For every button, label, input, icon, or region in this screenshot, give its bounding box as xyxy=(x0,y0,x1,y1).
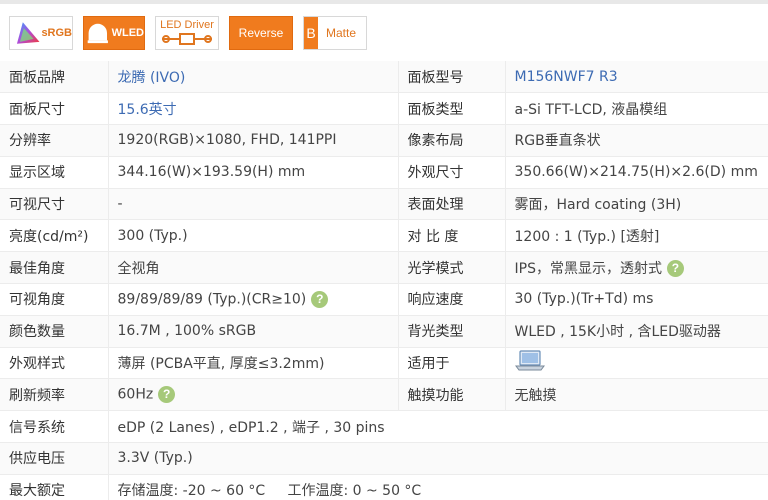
spec-label: 最大额定 xyxy=(0,474,109,500)
spec-label: 最佳角度 xyxy=(0,251,109,285)
reverse-label: Reverse xyxy=(238,26,284,40)
matte-label: Matte xyxy=(326,26,357,40)
brand-link[interactable]: 龙腾 (IVO) xyxy=(108,61,399,94)
srgb-badge: sRGB xyxy=(9,16,73,50)
wled-label: WLED xyxy=(111,27,144,39)
spec-label: 外观样式 xyxy=(0,347,109,380)
spec-label: 适用于 xyxy=(398,347,506,380)
spec-value: 1200 : 1 (Typ.) [透射] xyxy=(505,219,768,253)
top-divider xyxy=(0,0,768,4)
spec-label: 显示区域 xyxy=(0,156,109,189)
help-icon[interactable]: ? xyxy=(158,386,176,404)
help-icon[interactable]: ? xyxy=(311,290,329,308)
spec-value: 1920(RGB)×1080, FHD, 141PPI xyxy=(108,124,399,157)
spec-label: 颜色数量 xyxy=(0,315,109,348)
srgb-label: sRGB xyxy=(41,27,72,39)
spec-label: 触摸功能 xyxy=(398,378,506,412)
spec-label: 光学模式 xyxy=(398,251,506,285)
table-row: 显示区域 344.16(W)×193.59(H) mm 外观尺寸 350.66(… xyxy=(0,156,768,189)
spec-value: 薄屏 (PCBA平直, 厚度≤3.2mm) xyxy=(108,347,399,380)
table-row: 最佳角度 全视角 光学模式 IPS，常黑显示，透射式? xyxy=(0,251,768,285)
help-icon[interactable]: ? xyxy=(666,260,684,278)
circuit-icon xyxy=(162,33,212,45)
reverse-badge: Reverse xyxy=(229,16,293,50)
table-row: 刷新频率 60Hz? 触摸功能 无触摸 xyxy=(0,378,768,412)
table-row: 可视尺寸 - 表面处理 雾面，Hard coating (3H) xyxy=(0,188,768,221)
wled-badge: WLED xyxy=(83,16,145,50)
spec-value: 16.7M , 100% sRGB xyxy=(108,315,399,348)
spec-value: WLED , 15K小时 , 含LED驱动器 xyxy=(505,315,768,348)
laptop-icon[interactable] xyxy=(514,349,545,373)
spec-label: 刷新频率 xyxy=(0,378,109,412)
table-row: 信号系统 eDP (2 Lanes) , eDP1.2 , 端子 , 30 pi… xyxy=(0,410,768,444)
led-driver-label: LED Driver xyxy=(160,19,214,31)
spec-value: 无触摸 xyxy=(505,378,768,412)
feature-badges: sRGB WLED LED Driver Reverse B Matte xyxy=(9,16,367,52)
table-row: 外观样式 薄屏 (PCBA平直, 厚度≤3.2mm) 适用于 xyxy=(0,347,768,380)
table-row: 面板品牌 龙腾 (IVO) 面板型号 M156NWF7 R3 xyxy=(0,61,768,94)
table-row: 供应电压 3.3V (Typ.) xyxy=(0,442,768,475)
spec-label: 面板尺寸 xyxy=(0,92,109,126)
spec-value: 300 (Typ.) xyxy=(108,219,399,253)
table-row: 最大额定 存储温度: -20 ~ 60 °C 工作温度: 0 ~ 50 °C xyxy=(0,474,768,500)
spec-label: 可视角度 xyxy=(0,283,109,316)
optical-mode-cell: IPS，常黑显示，透射式? xyxy=(505,251,768,285)
spec-label: 面板型号 xyxy=(398,61,506,94)
spec-label: 响应速度 xyxy=(398,283,506,316)
spec-label: 供应电压 xyxy=(0,442,109,475)
spec-label: 像素布局 xyxy=(398,124,506,157)
spec-label: 信号系统 xyxy=(0,410,109,444)
table-row: 分辨率 1920(RGB)×1080, FHD, 141PPI 像素布局 RGB… xyxy=(0,124,768,157)
model-link[interactable]: M156NWF7 R3 xyxy=(505,61,768,94)
spec-value: 30 (Typ.)(Tr+Td) ms xyxy=(505,283,768,316)
refresh-rate-cell: 60Hz? xyxy=(108,378,399,412)
table-row: 亮度(cd/m²) 300 (Typ.) 对 比 度 1200 : 1 (Typ… xyxy=(0,219,768,253)
spec-value: 60Hz xyxy=(117,386,154,403)
spec-value: 344.16(W)×193.59(H) mm xyxy=(108,156,399,189)
matte-mark: B xyxy=(304,17,318,49)
spec-value: eDP (2 Lanes) , eDP1.2 , 端子 , 30 pins xyxy=(108,410,768,444)
spec-label: 面板类型 xyxy=(398,92,506,126)
spec-value: IPS，常黑显示，透射式 xyxy=(514,260,662,277)
spec-label: 面板品牌 xyxy=(0,61,109,94)
table-row: 颜色数量 16.7M , 100% sRGB 背光类型 WLED , 15K小时… xyxy=(0,315,768,348)
led-driver-badge: LED Driver xyxy=(155,16,219,50)
matte-badge: B Matte xyxy=(303,16,367,50)
spec-label: 可视尺寸 xyxy=(0,188,109,221)
spec-value: 全视角 xyxy=(108,251,399,285)
spec-label: 背光类型 xyxy=(398,315,506,348)
spec-label: 分辨率 xyxy=(0,124,109,157)
spec-value: 存储温度: -20 ~ 60 °C 工作温度: 0 ~ 50 °C xyxy=(108,474,768,500)
table-row: 可视角度 89/89/89/89 (Typ.)(CR≥10)? 响应速度 30 … xyxy=(0,283,768,316)
spec-label: 表面处理 xyxy=(398,188,506,221)
size-link[interactable]: 15.6英寸 xyxy=(108,92,399,126)
spec-value: - xyxy=(108,188,399,221)
spec-value: 雾面，Hard coating (3H) xyxy=(505,188,768,221)
spec-label: 亮度(cd/m²) xyxy=(0,219,109,253)
viewing-angle-cell: 89/89/89/89 (Typ.)(CR≥10)? xyxy=(108,283,399,316)
spec-label: 外观尺寸 xyxy=(398,156,506,189)
spec-value: 3.3V (Typ.) xyxy=(108,442,768,475)
spec-value: a-Si TFT-LCD, 液晶模组 xyxy=(505,92,768,126)
spec-value: 89/89/89/89 (Typ.)(CR≥10) xyxy=(117,291,307,308)
application-cell xyxy=(505,347,768,380)
spec-value: RGB垂直条状 xyxy=(505,124,768,157)
spec-label: 对 比 度 xyxy=(398,219,506,253)
spec-table: 面板品牌 龙腾 (IVO) 面板型号 M156NWF7 R3 面板尺寸 15.6… xyxy=(0,61,768,500)
color-gamut-icon xyxy=(16,22,40,44)
led-bulb-icon xyxy=(87,23,108,44)
spec-value: 350.66(W)×214.75(H)×2.6(D) mm xyxy=(505,156,768,189)
table-row: 面板尺寸 15.6英寸 面板类型 a-Si TFT-LCD, 液晶模组 xyxy=(0,92,768,126)
